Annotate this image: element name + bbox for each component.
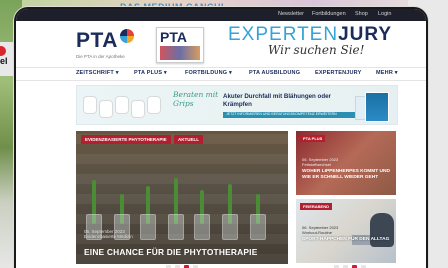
nav-item-mehr[interactable]: MEHR ▾	[376, 70, 398, 76]
side-article-date: 06. September 2023 Fettstoffwechsel	[302, 157, 338, 167]
side-article-headline[interactable]: WOHER LIPPENHERPES KOMMT UND WIE ER SCHN…	[302, 169, 392, 181]
hero-date: 06. September 2023 Evidenzbasierte Medizi…	[84, 229, 133, 239]
magazine-cover-title: PTA	[160, 29, 187, 45]
hero-article[interactable]: EVIDENZBASIERTE PHYTOTHERAPIE AKTUELL 06…	[76, 131, 288, 264]
advertisement-banner[interactable]: Beraten mit Grips Akuter Durchfall mit B…	[76, 85, 398, 125]
hero-title[interactable]: EINE CHANCE FÜR DIE PHYTOTHERAPIE	[84, 247, 258, 257]
chevron-down-icon: ▾	[394, 70, 398, 76]
utility-bar: Newsletter Fortbildungen Shop Login	[16, 9, 426, 21]
nav-item-label: PTA PLUS	[134, 70, 163, 76]
hero-aktuell-tag[interactable]: AKTUELL	[174, 135, 203, 144]
ad-cta-bar[interactable]: JETZT INFORMIEREN UND BERATUNGSKOMPETENZ…	[223, 112, 363, 118]
browser-window: Newsletter Fortbildungen Shop Login PTA …	[14, 7, 428, 268]
nav-item-pta-ausbildung[interactable]: PTA AUSBILDUNG	[249, 70, 300, 76]
nav-item-label: FORTBILDUNG	[185, 70, 228, 76]
magazine-cover[interactable]: PTA	[156, 27, 204, 63]
ad-script-text: Beraten mit Grips	[173, 90, 219, 108]
expertenjury-tagline: Wir suchen Sie!	[268, 43, 365, 57]
expertenjury-jury: JURY	[338, 24, 393, 45]
utility-link-login[interactable]: Login	[378, 11, 391, 17]
screenshot-frame: DAS MEDIUM CANCHI el Newsletter Fortbild…	[0, 0, 448, 268]
logo-subtitle: Die PTA in der Apotheke	[76, 54, 125, 59]
glass-jar-icon	[194, 214, 210, 240]
toilet-paper-image	[83, 94, 165, 118]
expertenjury-banner[interactable]: EXPERTENJURY Wir suchen Sie!	[228, 24, 393, 57]
pta-logo[interactable]: PTA	[76, 29, 134, 53]
side-article-tag[interactable]: FEIERABEND	[300, 203, 333, 210]
chevron-down-icon: ▾	[163, 70, 167, 76]
side-article-category: Workout-Routine	[302, 230, 332, 235]
nav-item-pta-plus[interactable]: PTA PLUS ▾	[134, 70, 167, 76]
hero-subtitle: Evidenzbasierte Medizin	[84, 234, 133, 239]
nav-item-fortbildung[interactable]: FORTBILDUNG ▾	[185, 70, 232, 76]
side-articles: PTA PLUS 06. September 2023 Fettstoffwech…	[296, 131, 396, 264]
utility-link-shop[interactable]: Shop	[355, 11, 368, 17]
nav-item-expertenjury[interactable]: EXPERTENJURY	[315, 70, 362, 76]
chevron-down-icon: ▾	[228, 70, 232, 76]
main-navigation: ZEITSCHRIFT ▾ PTA PLUS ▾ FORTBILDUNG ▾ P…	[16, 67, 426, 81]
utility-link-fortbildungen[interactable]: Fortbildungen	[312, 11, 346, 17]
nav-item-zeitschrift[interactable]: ZEITSCHRIFT ▾	[76, 70, 119, 76]
background-left-badge-text: el	[0, 56, 8, 66]
side-article-card[interactable]: PTA PLUS 06. September 2023 Fettstoffwech…	[296, 131, 396, 195]
side-article-headline[interactable]: SPORT-HÄPPCHEN FÜR DEN ALLTAG	[302, 237, 392, 243]
side-article-date: 06. September 2023 Workout-Routine	[302, 225, 338, 235]
ad-cta-text: JETZT INFORMIEREN UND BERATUNGSKOMPETENZ…	[226, 112, 337, 116]
glass-jar-icon	[168, 214, 184, 240]
glass-jar-icon	[222, 214, 238, 240]
logo-circle-icon	[119, 29, 134, 43]
chevron-down-icon: ▾	[115, 70, 119, 76]
red-dot-icon	[0, 46, 6, 56]
side-article-card[interactable]: FEIERABEND 06. September 2023 Workout-Rou…	[296, 199, 396, 263]
header: PTA Die PTA in der Apotheke PTA EXPERTEN…	[16, 21, 426, 65]
glass-jar-icon	[140, 214, 156, 240]
nav-item-label: ZEITSCHRIFT	[76, 70, 114, 76]
glass-jar-icon	[250, 214, 266, 240]
expertenjury-experten: EXPERTEN	[228, 24, 339, 45]
product-pack-icon	[365, 92, 389, 122]
pta-logo-text: PTA	[76, 29, 118, 52]
side-article-tag[interactable]: PTA PLUS	[300, 135, 326, 142]
utility-link-newsletter[interactable]: Newsletter	[278, 11, 304, 17]
magazine-cover-image	[160, 46, 200, 60]
side-article-category: Fettstoffwechsel	[302, 162, 331, 167]
hero-category-tag[interactable]: EVIDENZBASIERTE PHYTOTHERAPIE	[81, 135, 171, 144]
nav-item-label: MEHR	[376, 70, 393, 76]
ad-headline: Akuter Durchfall mit Blähungen oder Kräm…	[223, 93, 331, 108]
